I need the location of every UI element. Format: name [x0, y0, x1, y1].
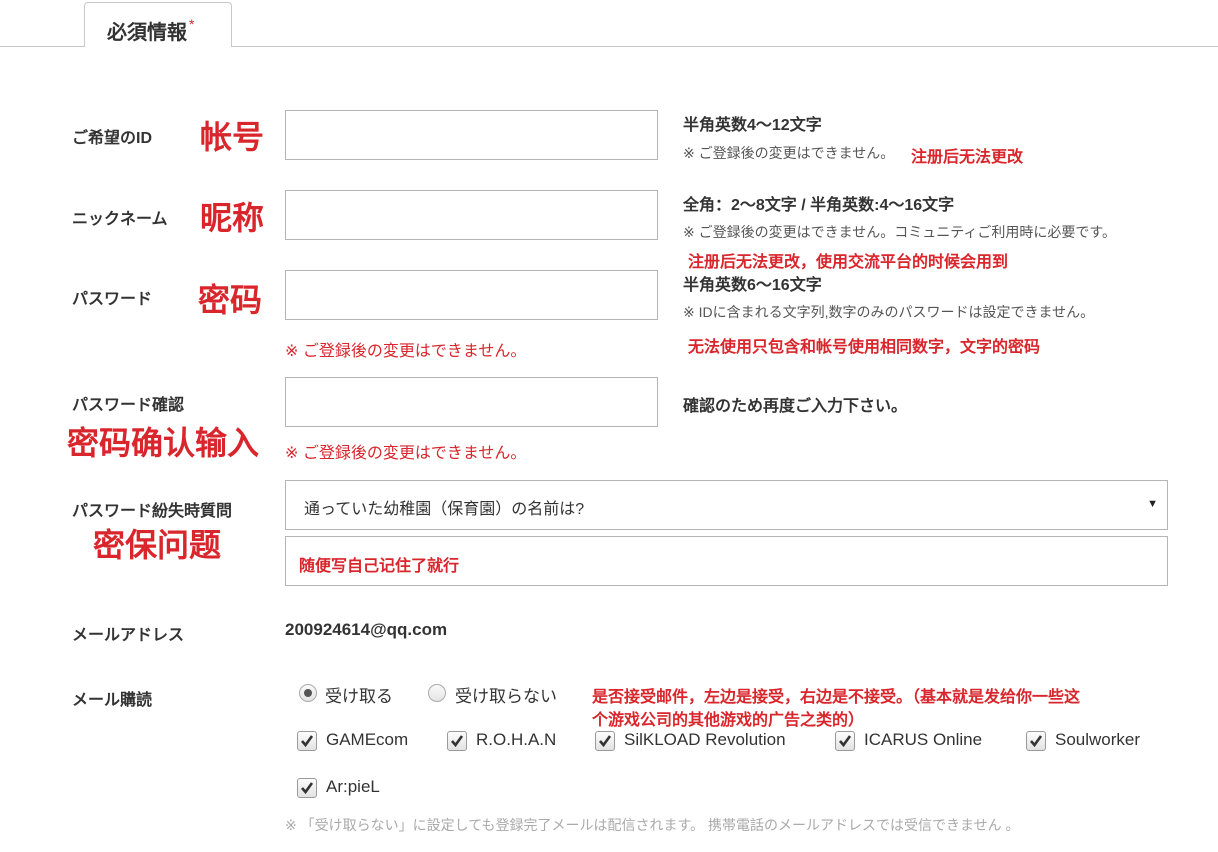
id-hint-main: 半角英数4～12文字 — [683, 117, 822, 134]
tab-required-info[interactable]: 必須情報 * — [84, 2, 232, 47]
password-confirm-input[interactable] — [285, 377, 658, 427]
mail-note-line2: 个游戏公司的其他游戏的广告之类的） — [592, 710, 865, 729]
password-label: パスワード — [72, 291, 153, 308]
dropdown-arrow-icon: ▼ — [1147, 498, 1158, 510]
mail-subscription-label: メール購読 — [72, 692, 153, 709]
check-icon — [599, 735, 612, 748]
radio-receive-label[interactable]: 受け取る — [325, 682, 393, 707]
security-question-annotation: 密保问题 — [93, 526, 222, 564]
check-icon — [451, 735, 464, 748]
nickname-hint-main: 全角：2～8文字 / 半角英数:4～16文字 — [683, 197, 955, 214]
checkbox-silkroad[interactable] — [595, 731, 615, 751]
check-icon — [839, 735, 852, 748]
password-hint-sub: ※ IDに含まれる文字列,数字のみのパスワードは設定できません。 — [683, 304, 1095, 320]
nickname-hint-sub: ※ ご登録後の変更はできません。コミュニティご利用時に必要です。 — [683, 224, 1116, 240]
password-hint-main: 半角英数6～16文字 — [683, 277, 822, 294]
id-hint-sub: ※ ご登録後の変更はできません。 — [683, 145, 895, 161]
id-annotation: 帐号 — [200, 118, 265, 156]
nickname-note: 注册后无法更改，使用交流平台的时候会用到 — [688, 252, 1009, 271]
checkbox-gamecom-label[interactable]: GAMEcom — [326, 730, 408, 750]
security-answer-text: 随便写自己记住了就行 — [299, 556, 460, 575]
checkbox-rohan[interactable] — [447, 731, 467, 751]
radio-not-receive[interactable] — [428, 684, 446, 702]
checkbox-silkroad-label[interactable]: SilKLOAD Revolution — [624, 730, 786, 750]
password-confirm-error: ※ ご登録後の変更はできません。 — [285, 445, 527, 462]
password-note: 无法使用只包含和帐号使用相同数字，文字的密码 — [688, 337, 1041, 356]
required-mark: * — [189, 16, 195, 32]
check-icon — [301, 782, 314, 795]
security-question-select[interactable]: 通っていた幼稚園（保育園）の名前は? ▼ — [285, 480, 1168, 530]
password-confirm-annotation: 密码确认输入 — [67, 424, 260, 462]
check-icon — [1030, 735, 1043, 748]
tab-label: 必須情報 * — [107, 16, 195, 44]
security-answer-input[interactable]: 随便写自己记住了就行 — [285, 536, 1168, 586]
nickname-annotation: 昵称 — [200, 199, 265, 237]
mail-note-line1: 是否接受邮件，左边是接受，右边是不接受。（基本就是发给你一些这 — [592, 687, 1081, 706]
email-label: メールアドレス — [72, 627, 185, 644]
email-value: 200924614@qq.com — [285, 620, 448, 639]
password-confirm-hint: 確認のため再度ご入力下さい。 — [683, 398, 908, 415]
id-note: 注册后无法更改 — [911, 147, 1024, 166]
id-label: ご希望のID — [72, 130, 153, 147]
checkbox-arpiel[interactable] — [297, 778, 317, 798]
checkbox-icarus[interactable] — [835, 731, 855, 751]
password-error: ※ ご登録後の変更はできません。 — [285, 343, 527, 360]
password-input[interactable] — [285, 270, 658, 320]
nickname-input[interactable] — [285, 190, 658, 240]
nickname-label: ニックネーム — [72, 211, 168, 228]
security-question-label: パスワード紛失時質問 — [72, 503, 233, 520]
checkbox-gamecom[interactable] — [297, 731, 317, 751]
id-input[interactable] — [285, 110, 658, 160]
radio-not-receive-label[interactable]: 受け取らない — [455, 682, 557, 707]
check-icon — [301, 735, 314, 748]
checkbox-soulworker[interactable] — [1026, 731, 1046, 751]
password-confirm-label: パスワード確認 — [72, 397, 185, 414]
password-annotation: 密码 — [198, 281, 263, 319]
footer-note: ※ 「受け取らない」に設定しても登録完了メールは配信されます。 携帯電話のメール… — [285, 817, 1020, 833]
checkbox-soulworker-label[interactable]: Soulworker — [1055, 730, 1140, 750]
checkbox-icarus-label[interactable]: ICARUS Online — [864, 730, 982, 750]
security-question-selected: 通っていた幼稚園（保育園）の名前は? — [304, 501, 585, 518]
checkbox-arpiel-label[interactable]: Ar:pieL — [326, 777, 380, 797]
radio-receive[interactable] — [299, 684, 317, 702]
checkbox-rohan-label[interactable]: R.O.H.A.N — [476, 730, 556, 750]
